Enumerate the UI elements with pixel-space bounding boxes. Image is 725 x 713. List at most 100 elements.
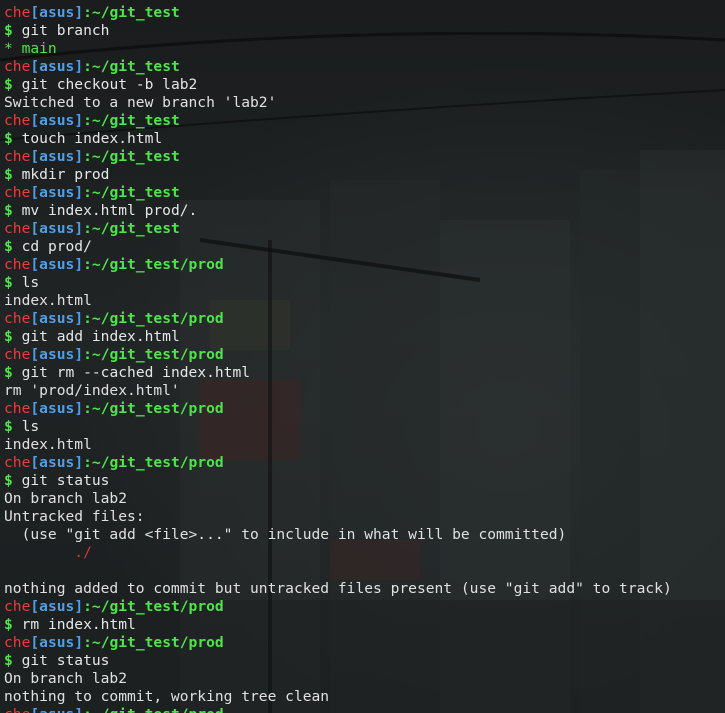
prompt-separator: : <box>83 4 92 21</box>
output-line: index.html <box>4 292 725 310</box>
prompt-bracket-close: ] <box>74 58 84 75</box>
output-line: ./ <box>4 544 725 562</box>
output-line: Switched to a new branch 'lab2' <box>4 94 725 112</box>
command-line: $ touch index.html <box>4 130 725 148</box>
prompt-dollar: $ <box>4 364 13 381</box>
prompt-bracket-close: ] <box>74 346 84 363</box>
prompt-line: che[asus]:~/git_test/prod <box>4 706 725 713</box>
command-text: rm index.html <box>21 616 136 633</box>
prompt-user: che <box>4 634 31 651</box>
prompt-path: ~/git_test <box>91 148 180 165</box>
output-line: (use "git add <file>..." to include in w… <box>4 526 725 544</box>
prompt-separator: : <box>83 256 92 273</box>
prompt-separator: : <box>83 598 92 615</box>
prompt-dollar: $ <box>4 166 13 183</box>
prompt-host: asus <box>39 346 75 363</box>
prompt-dollar: $ <box>4 418 13 435</box>
prompt-user: che <box>4 148 31 165</box>
prompt-separator: : <box>83 184 92 201</box>
command-text: git status <box>21 652 110 669</box>
prompt-separator: : <box>83 454 92 471</box>
prompt-separator: : <box>83 148 92 165</box>
prompt-bracket-close: ] <box>74 634 84 651</box>
prompt-line: che[asus]:~/git_test <box>4 148 725 166</box>
prompt-host: asus <box>39 220 75 237</box>
command-line: $ git checkout -b lab2 <box>4 76 725 94</box>
output-text: ./ <box>4 544 92 561</box>
command-text: touch index.html <box>21 130 163 147</box>
prompt-line: che[asus]:~/git_test <box>4 4 725 22</box>
prompt-host: asus <box>39 112 75 129</box>
prompt-bracket-close: ] <box>74 112 84 129</box>
prompt-bracket-open: [ <box>30 400 40 417</box>
command-line: $ git add index.html <box>4 328 725 346</box>
prompt-user: che <box>4 400 31 417</box>
terminal-window[interactable]: che[asus]:~/git_test $ git branch * main ch… <box>0 0 725 713</box>
output-text: On branch lab2 <box>4 490 128 507</box>
command-line: $ git status <box>4 652 725 670</box>
output-text: (use "git add <file>..." to include in w… <box>4 526 567 543</box>
prompt-bracket-close: ] <box>74 184 84 201</box>
command-line: $ git branch <box>4 22 725 40</box>
command-line: $ ls <box>4 274 725 292</box>
prompt-path: ~/git_test/prod <box>91 454 224 471</box>
prompt-dollar: $ <box>4 472 13 489</box>
prompt-user: che <box>4 184 31 201</box>
prompt-user: che <box>4 346 31 363</box>
prompt-user: che <box>4 310 31 327</box>
output-text: On branch lab2 <box>4 670 128 687</box>
output-line: nothing added to commit but untracked fi… <box>4 580 725 598</box>
prompt-bracket-close: ] <box>74 400 84 417</box>
prompt-bracket-open: [ <box>30 634 40 651</box>
prompt-line: che[asus]:~/git_test/prod <box>4 256 725 274</box>
output-text: Switched to a new branch 'lab2' <box>4 94 277 111</box>
prompt-bracket-open: [ <box>30 706 39 713</box>
command-text: git branch <box>21 22 110 39</box>
prompt-host: asus <box>39 400 75 417</box>
prompt-dollar: $ <box>4 202 13 219</box>
prompt-user: che <box>4 256 31 273</box>
prompt-line: che[asus]:~/git_test <box>4 220 725 238</box>
prompt-path: ~/git_test/prod <box>91 634 224 651</box>
prompt-separator: : <box>83 112 92 129</box>
command-line: $ git status <box>4 472 725 490</box>
command-text: cd prod/ <box>21 238 92 255</box>
prompt-bracket-close: ] <box>74 148 84 165</box>
prompt-separator: : <box>83 220 92 237</box>
prompt-bracket-close: ] <box>74 454 84 471</box>
prompt-bracket-close: ] <box>74 256 84 273</box>
prompt-bracket-open: [ <box>30 454 40 471</box>
prompt-path: ~/git_test <box>91 4 180 21</box>
command-text: git rm --cached index.html <box>21 364 251 381</box>
prompt-bracket-open: [ <box>30 598 40 615</box>
prompt-bracket-open: [ <box>30 148 40 165</box>
prompt-host: asus <box>39 598 75 615</box>
command-line: $ git rm --cached index.html <box>4 364 725 382</box>
prompt-host: asus <box>39 4 75 21</box>
prompt-dollar: $ <box>4 76 13 93</box>
prompt-dollar: $ <box>4 130 13 147</box>
prompt-user: che <box>4 598 31 615</box>
prompt-separator: : <box>83 706 92 713</box>
prompt-bracket-open: [ <box>30 256 40 273</box>
prompt-separator: : <box>83 400 92 417</box>
prompt-host: asus <box>39 706 74 713</box>
prompt-user: che <box>4 4 31 21</box>
output-line: index.html <box>4 436 725 454</box>
output-line: Untracked files: <box>4 508 725 526</box>
command-text: git status <box>21 472 110 489</box>
output-line: nothing to commit, working tree clean <box>4 688 725 706</box>
prompt-bracket-close: ] <box>74 310 84 327</box>
prompt-path: ~/git_test <box>91 58 180 75</box>
prompt-line: che[asus]:~/git_test/prod <box>4 454 725 472</box>
prompt-host: asus <box>39 454 75 471</box>
prompt-bracket-close: ] <box>74 598 84 615</box>
command-text: git checkout -b lab2 <box>21 76 198 93</box>
prompt-bracket-open: [ <box>30 310 40 327</box>
output-text: nothing added to commit but untracked fi… <box>4 580 672 597</box>
prompt-separator: : <box>83 310 92 327</box>
prompt-bracket-close: ] <box>74 4 84 21</box>
output-text: rm 'prod/index.html' <box>4 382 180 399</box>
prompt-path: ~/git_test <box>91 112 180 129</box>
